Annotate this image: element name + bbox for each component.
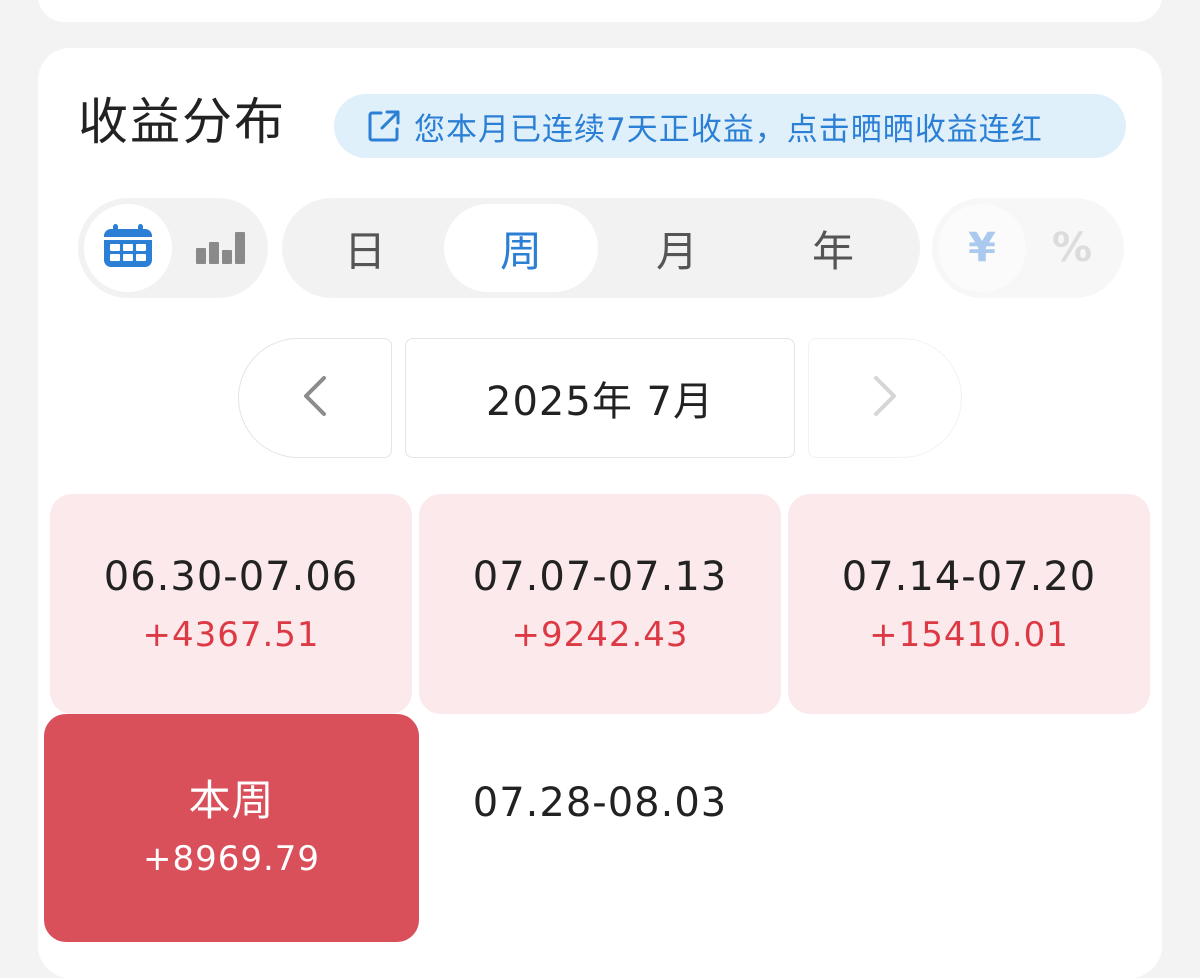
- view-mode-toggle: [78, 198, 268, 298]
- week-amount: +15410.01: [869, 615, 1069, 655]
- chevron-right-icon: [870, 374, 900, 422]
- section-title: 收益分布: [78, 93, 286, 151]
- tab-month[interactable]: 月: [600, 204, 754, 292]
- tab-week[interactable]: 周: [444, 204, 598, 292]
- week-cell[interactable]: 06.30-07.06 +4367.51: [50, 494, 412, 714]
- previous-card: [38, 0, 1162, 22]
- tab-day[interactable]: 日: [288, 204, 442, 292]
- share-icon: [364, 106, 404, 146]
- week-cell[interactable]: 07.14-07.20 +15410.01: [788, 494, 1150, 714]
- week-range: 07.14-07.20: [841, 554, 1097, 600]
- week-amount: +9242.43: [511, 615, 689, 655]
- share-streak-text: 您本月已连续7天正收益，点击晒晒收益连红: [414, 111, 1043, 148]
- share-streak-banner[interactable]: 您本月已连续7天正收益，点击晒晒收益连红: [334, 94, 1126, 158]
- percent-unit-button[interactable]: %: [1028, 204, 1116, 292]
- unit-toggle: ¥ %: [932, 198, 1124, 298]
- current-month-label: 2025年 7月: [405, 338, 795, 458]
- week-amount: +4367.51: [142, 615, 320, 655]
- week-amount: +8969.79: [142, 839, 321, 879]
- week-range: 06.30-07.06: [103, 554, 359, 600]
- previous-month-button[interactable]: [238, 338, 392, 458]
- week-cell[interactable]: 07.07-07.13 +9242.43: [419, 494, 781, 714]
- chevron-left-icon: [300, 374, 330, 422]
- week-cell[interactable]: 07.28-08.03: [419, 714, 781, 892]
- yuan-unit-button[interactable]: ¥: [938, 204, 1026, 292]
- week-range: 07.28-08.03: [472, 780, 728, 826]
- next-month-button[interactable]: [808, 338, 962, 458]
- bar-chart-icon: [195, 228, 245, 268]
- week-range: 本周: [188, 776, 275, 825]
- current-week-cell[interactable]: 本周 +8969.79: [44, 714, 419, 942]
- bar-chart-view-button[interactable]: [176, 204, 264, 292]
- calendar-view-button[interactable]: [84, 204, 172, 292]
- period-tabs: 日 周 月 年: [282, 198, 920, 298]
- tab-year[interactable]: 年: [756, 204, 910, 292]
- calendar-icon: [102, 223, 154, 273]
- week-range: 07.07-07.13: [472, 554, 728, 600]
